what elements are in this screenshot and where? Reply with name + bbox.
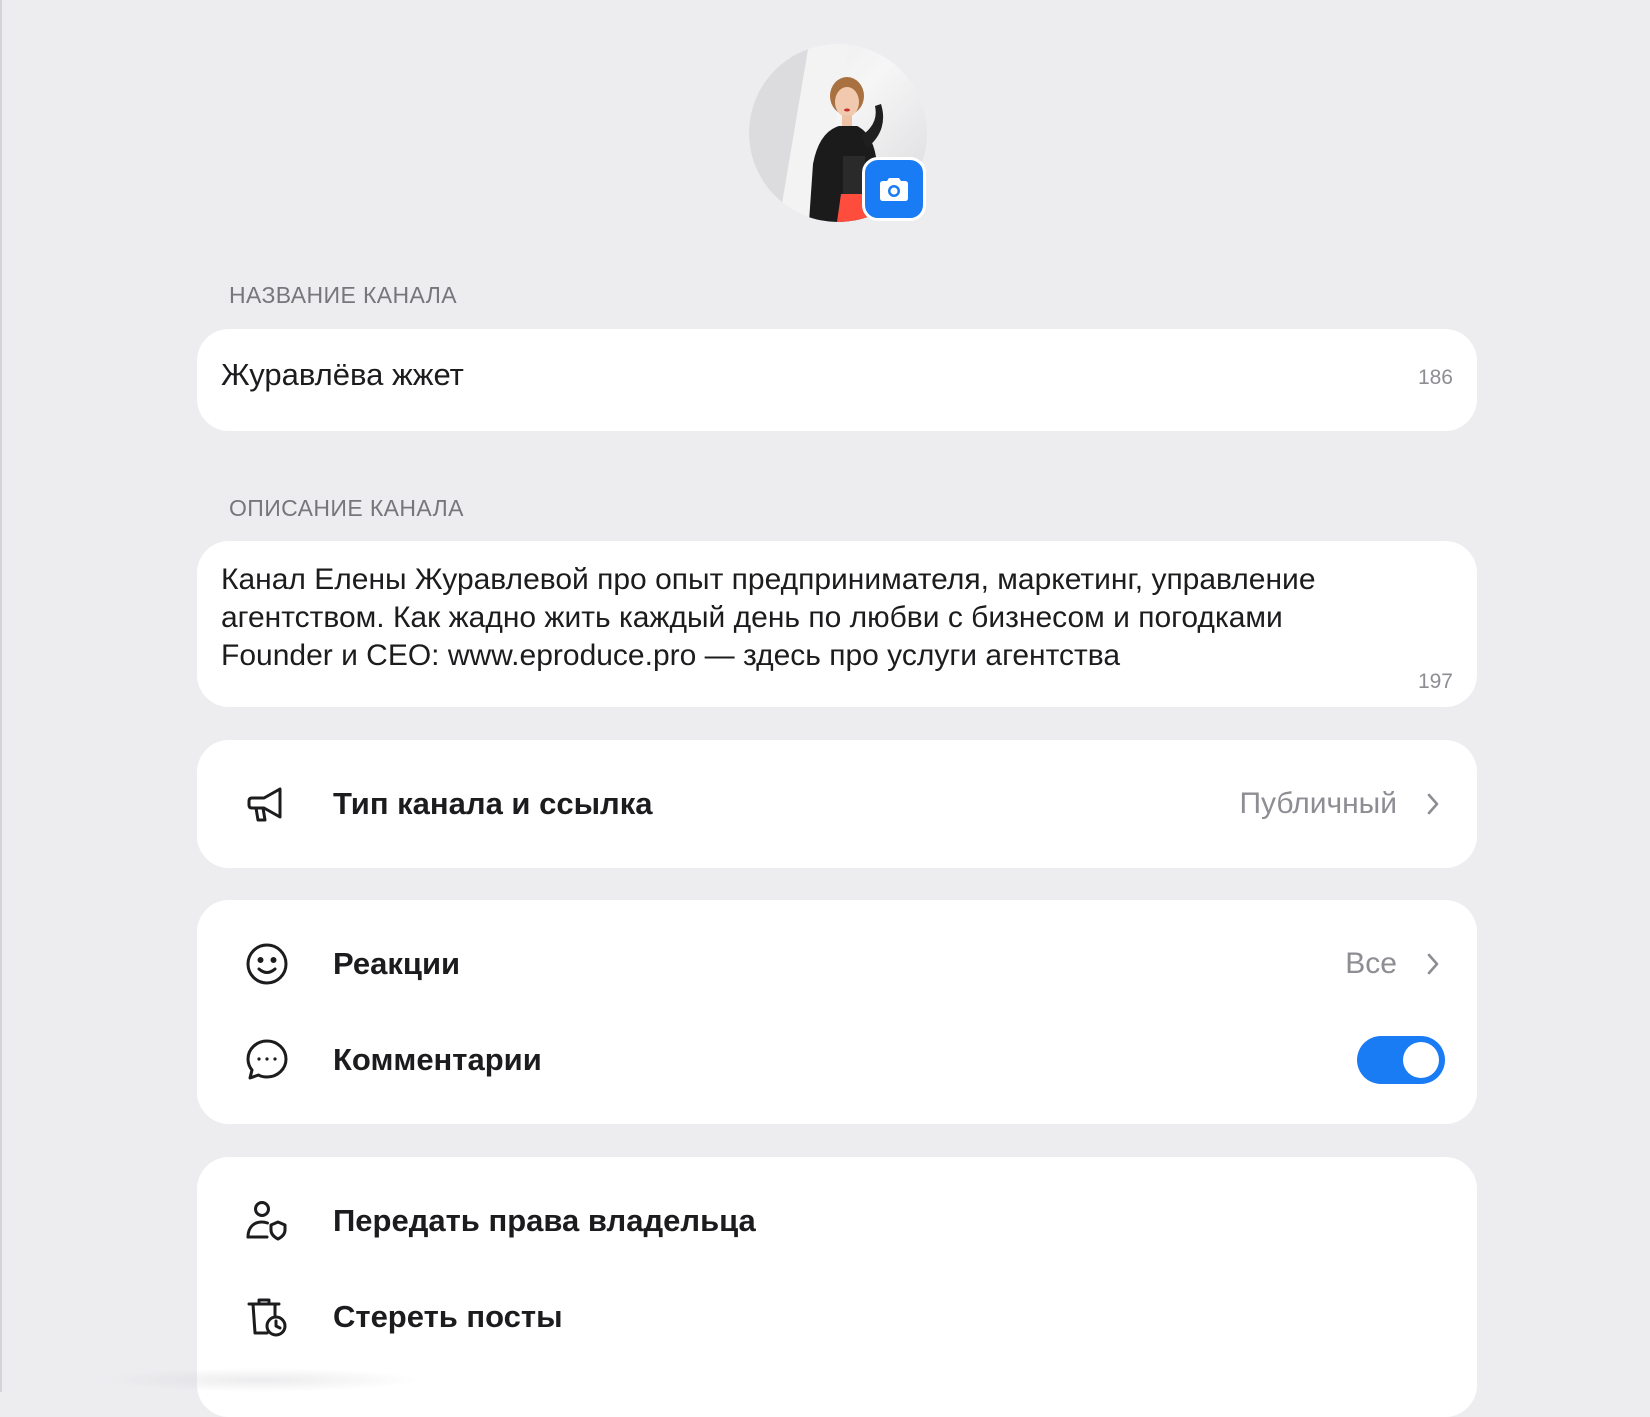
channel-description-input[interactable]: Канал Елены Журавлевой про опыт предприн…	[221, 561, 1421, 675]
channel-type-row[interactable]: Тип канала и ссылка Публичный	[197, 756, 1477, 852]
chevron-right-icon	[1427, 793, 1439, 815]
channel-type-label: Тип канала и ссылка	[333, 786, 653, 821]
camera-icon	[880, 178, 908, 201]
smile-icon	[245, 942, 289, 986]
comments-row: Комментарии	[197, 1012, 1477, 1108]
toggle-knob	[1403, 1042, 1439, 1078]
transfer-owner-label: Передать права владельца	[333, 1203, 756, 1238]
channel-description-card: Канал Елены Журавлевой про опыт предприн…	[197, 541, 1477, 707]
user-shield-icon	[245, 1199, 289, 1243]
channel-name-counter: 186	[1417, 366, 1453, 389]
interactions-card: Реакции Все Комментарии	[197, 900, 1477, 1124]
chevron-right-icon	[1427, 953, 1439, 975]
comment-icon	[245, 1038, 289, 1082]
comments-toggle[interactable]	[1357, 1036, 1445, 1084]
reactions-label: Реакции	[333, 946, 461, 981]
channel-description-counter: 197	[1417, 670, 1453, 693]
channel-type-value: Публичный	[1239, 787, 1397, 820]
comments-label: Комментарии	[333, 1042, 542, 1077]
clear-posts-row[interactable]: Стереть посты	[197, 1269, 1477, 1365]
channel-type-card: Тип канала и ссылка Публичный	[197, 740, 1477, 868]
channel-description-label: ОПИСАНИЕ КАНАЛА	[229, 495, 464, 521]
channel-avatar-container	[749, 44, 927, 222]
bottom-shadow	[100, 1368, 420, 1392]
reactions-row[interactable]: Реакции Все	[197, 916, 1477, 1012]
clear-posts-label: Стереть посты	[333, 1299, 563, 1334]
channel-name-card: 186	[197, 329, 1477, 431]
transfer-owner-row[interactable]: Передать права владельца	[197, 1173, 1477, 1269]
window-edge	[0, 0, 2, 1392]
channel-name-input[interactable]	[221, 357, 1321, 393]
channel-name-label: НАЗВАНИЕ КАНАЛА	[229, 282, 458, 308]
megaphone-icon	[245, 782, 289, 826]
change-photo-button[interactable]	[862, 157, 926, 221]
trash-clock-icon	[245, 1295, 289, 1339]
reactions-value: Все	[1345, 947, 1397, 980]
